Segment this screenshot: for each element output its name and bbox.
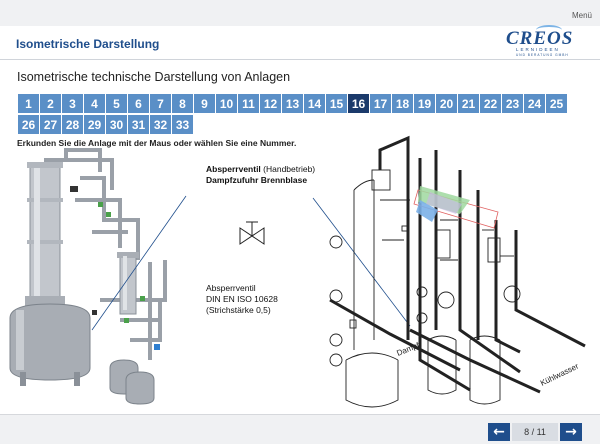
plant-3d-illustration[interactable] <box>9 148 167 405</box>
arrow-left-icon: ← <box>493 424 505 440</box>
arrow-right-icon: → <box>565 424 577 440</box>
highlight-region <box>413 186 499 229</box>
callout-top: Absperrventil (Handbetrieb) Dampfzufuhr … <box>206 164 315 186</box>
page-indicator: 8 / 11 <box>512 423 558 441</box>
callout-bottom-line2: DIN EN ISO 10628 <box>206 294 278 304</box>
callout-top-line2: Dampfzufuhr Brennblase <box>206 175 308 185</box>
page: Menü Isometrische Darstellung CREOS LERN… <box>0 0 600 444</box>
callout-top-title: Absperrventil <box>206 164 261 174</box>
callout-bottom-line1: Absperrventil <box>206 283 256 293</box>
next-page-button[interactable]: → <box>560 423 582 441</box>
previous-page-button[interactable]: ← <box>488 423 510 441</box>
valve-symbol <box>239 221 265 245</box>
callout-bottom: Absperrventil DIN EN ISO 10628 (Strichst… <box>206 283 278 316</box>
callout-bottom-line3: (Strichstärke 0,5) <box>206 305 271 315</box>
leader-line-right <box>312 197 411 327</box>
plant-drawing: Dampf Kühlwasser <box>9 135 586 408</box>
cooling-water-label: Kühlwasser <box>539 361 580 387</box>
callout-top-title-suffix: (Handbetrieb) <box>260 164 316 174</box>
isometric-schematic[interactable] <box>329 135 586 408</box>
footer-nav: ← 8 / 11 → <box>0 414 600 444</box>
